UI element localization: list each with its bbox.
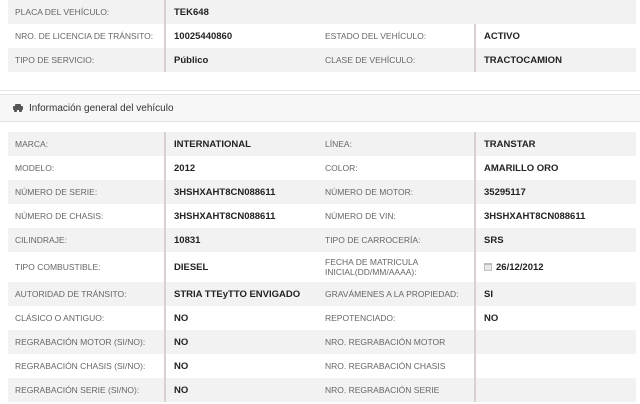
clasico-value: NO <box>164 306 318 330</box>
cilindraje-label: CILINDRAJE: <box>15 235 67 245</box>
serie-label: NÚMERO DE SERIE: <box>15 187 98 197</box>
licencia-label: NRO. DE LICENCIA DE TRÁNSITO: <box>15 31 154 41</box>
calendar-icon <box>484 263 492 271</box>
clasico-label: CLÁSICO O ANTIGUO: <box>15 313 105 323</box>
licencia-value: 10025440860 <box>164 24 318 48</box>
serie-value: 3HSHXAHT8CN088611 <box>164 180 318 204</box>
vin-value: 3HSHXAHT8CN088611 <box>474 204 636 228</box>
autoridad-label: AUTORIDAD DE TRÁNSITO: <box>15 289 127 299</box>
row-servicio: TIPO DE SERVICIO: Público CLASE DE VEHÍC… <box>8 48 636 72</box>
row-marca: MARCA: INTERNATIONAL LÍNEA: TRANSTAR <box>8 132 636 156</box>
combustible-label: TIPO COMBUSTIBLE: <box>15 262 101 272</box>
row-placa: PLACA DEL VEHÍCULO: TEK648 <box>8 0 636 24</box>
chasis-label: NÚMERO DE CHASIS: <box>15 211 104 221</box>
row-autoridad: AUTORIDAD DE TRÁNSITO: STRIA TTEyTTO ENV… <box>8 282 636 306</box>
reg-motor-value: NO <box>164 330 318 354</box>
section-header-general-info: Información general del vehículo <box>0 94 640 122</box>
gravamenes-label: GRAVÁMENES A LA PROPIEDAD: <box>325 289 459 299</box>
marca-label: MARCA: <box>15 139 49 149</box>
motor-value: 35295117 <box>474 180 636 204</box>
servicio-label: TIPO DE SERVICIO: <box>15 55 95 65</box>
repotenciado-value: NO <box>474 306 636 330</box>
linea-value: TRANSTAR <box>474 132 636 156</box>
nro-reg-chasis-value <box>474 354 636 378</box>
row-regrabacion-serie: REGRABACIÓN SERIE (SI/NO): NO NRO. REGRA… <box>8 378 636 402</box>
nro-reg-motor-value <box>474 330 636 354</box>
clase-value: TRACTOCAMION <box>474 48 636 72</box>
combustible-value: DIESEL <box>164 252 318 282</box>
fecha-matricula-label: FECHA DE MATRICULA INICIAL(DD/MM/AAAA): <box>318 252 474 282</box>
row-clasico: CLÁSICO O ANTIGUO: NO REPOTENCIADO: NO <box>8 306 636 330</box>
gravamenes-value: SI <box>474 282 636 306</box>
servicio-value: Público <box>164 48 318 72</box>
reg-motor-label: REGRABACIÓN MOTOR (SI/NO): <box>15 337 146 347</box>
fecha-label-line-2: INICIAL(DD/MM/AAAA): <box>325 267 417 277</box>
section-title: Información general del vehículo <box>29 102 174 114</box>
fecha-label-line-1: FECHA DE MATRICULA <box>325 257 419 267</box>
row-chasis: NÚMERO DE CHASIS: 3HSHXAHT8CN088611 NÚME… <box>8 204 636 228</box>
repotenciado-label: REPOTENCIADO: <box>325 313 396 323</box>
row-combustible: TIPO COMBUSTIBLE: DIESEL FECHA DE MATRIC… <box>8 252 636 282</box>
marca-value: INTERNATIONAL <box>164 132 318 156</box>
carroceria-label: TIPO DE CARROCERÍA: <box>325 235 421 245</box>
vehicle-info-page: PLACA DEL VEHÍCULO: TEK648 NRO. DE LICEN… <box>0 0 640 404</box>
estado-value: ACTIVO <box>474 24 636 48</box>
row-licencia: NRO. DE LICENCIA DE TRÁNSITO: 1002544086… <box>8 24 636 48</box>
fecha-matricula-value: 26/12/2012 <box>474 252 636 282</box>
row-regrabacion-chasis: REGRABACIÓN CHASIS (SI/NO): NO NRO. REGR… <box>8 354 636 378</box>
fecha-value-text: 26/12/2012 <box>496 261 544 273</box>
row-serie: NÚMERO DE SERIE: 3HSHXAHT8CN088611 NÚMER… <box>8 180 636 204</box>
nro-reg-serie-value <box>474 378 636 402</box>
nro-reg-motor-label: NRO. REGRABACIÓN MOTOR <box>325 337 446 347</box>
autoridad-value: STRIA TTEyTTO ENVIGADO <box>164 282 318 306</box>
clase-label: CLASE DE VEHÍCULO: <box>325 55 416 65</box>
vin-label: NÚMERO DE VIN: <box>325 211 396 221</box>
reg-chasis-value: NO <box>164 354 318 378</box>
motor-label: NÚMERO DE MOTOR: <box>325 187 414 197</box>
modelo-value: 2012 <box>164 156 318 180</box>
color-value: AMARILLO ORO <box>474 156 636 180</box>
linea-label: LÍNEA: <box>325 139 352 149</box>
placa-value: TEK648 <box>164 0 318 24</box>
row-cilindraje: CILINDRAJE: 10831 TIPO DE CARROCERÍA: SR… <box>8 228 636 252</box>
placa-label: PLACA DEL VEHÍCULO: <box>15 7 110 17</box>
modelo-label: MODELO: <box>15 163 55 173</box>
nro-reg-chasis-label: NRO. REGRABACIÓN CHASIS <box>325 361 446 371</box>
section-divider <box>0 90 640 91</box>
carroceria-value: SRS <box>474 228 636 252</box>
color-label: COLOR: <box>325 163 358 173</box>
row-modelo: MODELO: 2012 COLOR: AMARILLO ORO <box>8 156 636 180</box>
reg-serie-value: NO <box>164 378 318 402</box>
reg-serie-label: REGRABACIÓN SERIE (SI/NO): <box>15 385 140 395</box>
chasis-value: 3HSHXAHT8CN088611 <box>164 204 318 228</box>
reg-chasis-label: REGRABACIÓN CHASIS (SI/NO): <box>15 361 146 371</box>
estado-label: ESTADO DEL VEHÍCULO: <box>325 31 427 41</box>
nro-reg-serie-label: NRO. REGRABACIÓN SERIE <box>325 385 440 395</box>
cilindraje-value: 10831 <box>164 228 318 252</box>
row-regrabacion-motor: REGRABACIÓN MOTOR (SI/NO): NO NRO. REGRA… <box>8 330 636 354</box>
car-icon <box>13 104 23 112</box>
